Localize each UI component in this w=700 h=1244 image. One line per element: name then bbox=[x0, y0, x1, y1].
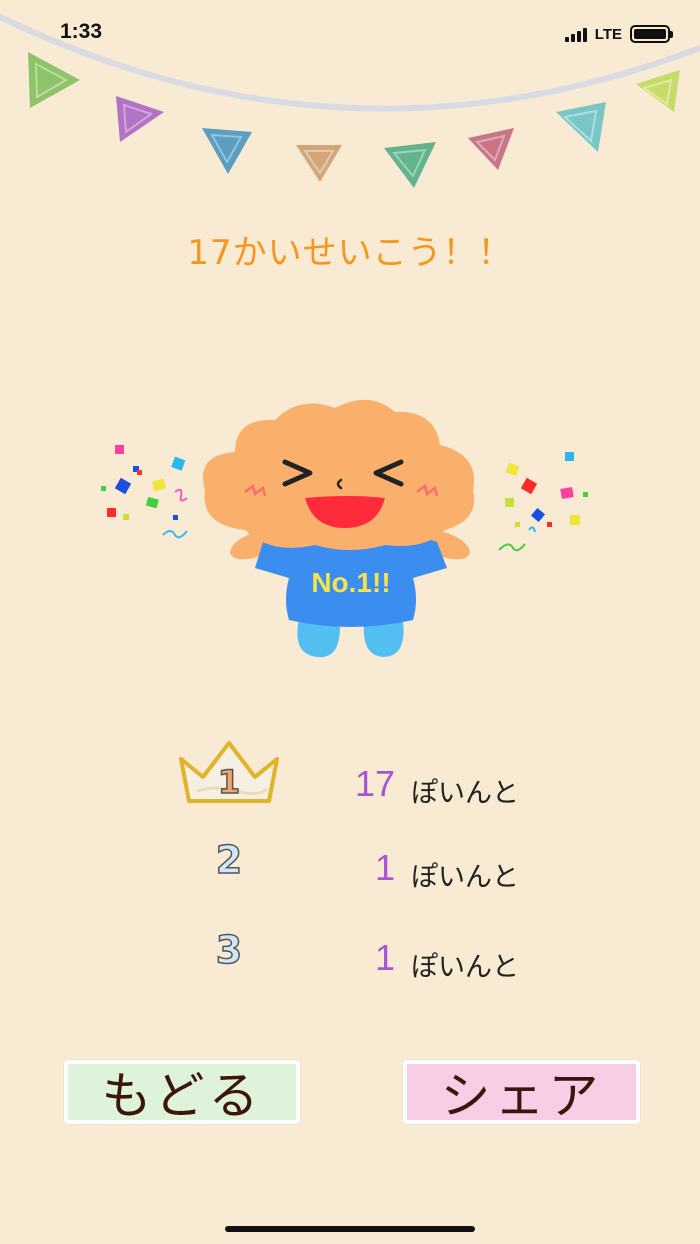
rank-row-2: 2 1 ぽいんと bbox=[0, 825, 700, 915]
rank-score: 17 bbox=[354, 763, 395, 804]
share-button[interactable]: シェア bbox=[403, 1060, 640, 1125]
mascot-illustration: No.1!! bbox=[101, 399, 588, 658]
home-indicator[interactable] bbox=[225, 1226, 475, 1232]
crown-icon: 1 bbox=[177, 739, 281, 809]
rank-badge: 2 bbox=[177, 825, 281, 895]
result-title: 17かいせいこう！！ bbox=[187, 233, 513, 273]
flag-icon bbox=[636, 70, 680, 112]
rank-unit: ぽいんと bbox=[411, 952, 519, 983]
rank-number: 3 bbox=[215, 927, 243, 973]
back-button[interactable]: もどる bbox=[64, 1060, 300, 1125]
rank-unit: ぽいんと bbox=[411, 862, 519, 893]
flag-icon bbox=[296, 145, 342, 182]
flag-icon bbox=[556, 102, 606, 152]
rank-number: 1 bbox=[217, 762, 241, 802]
confetti-left bbox=[101, 445, 188, 539]
shirt-text: No.1!! bbox=[311, 567, 390, 598]
flag-icon bbox=[384, 142, 436, 188]
rank-score: 1 bbox=[374, 937, 395, 978]
flag-icon bbox=[28, 52, 80, 108]
flag-icon bbox=[116, 96, 164, 142]
rank-badge: 3 bbox=[177, 915, 281, 985]
bunting-decoration bbox=[0, 13, 700, 188]
flag-icon bbox=[468, 128, 514, 170]
rank-row-3: 3 1 ぽいんと bbox=[0, 915, 700, 1005]
rank-number: 2 bbox=[215, 837, 243, 883]
rank-score: 1 bbox=[374, 847, 395, 888]
flag-icon bbox=[202, 128, 252, 174]
rank-unit: ぽいんと bbox=[411, 778, 519, 809]
rank-row-1: 1 17 ぽいんと bbox=[0, 735, 700, 825]
confetti-right bbox=[498, 452, 588, 552]
